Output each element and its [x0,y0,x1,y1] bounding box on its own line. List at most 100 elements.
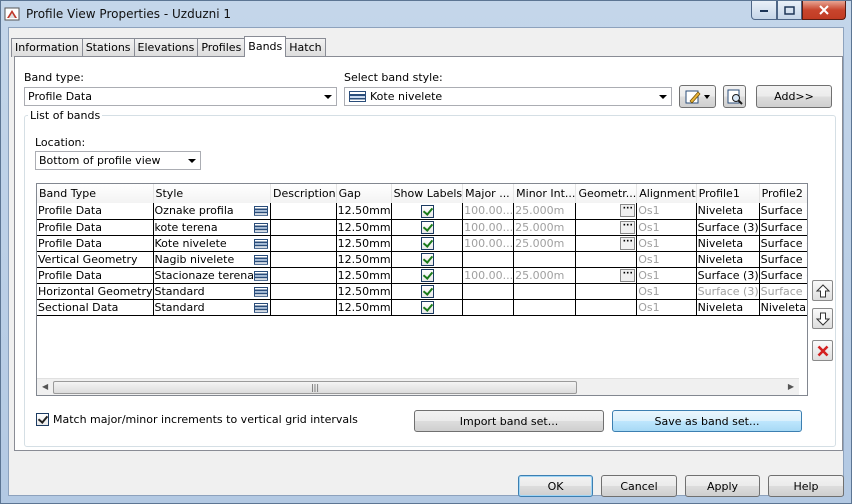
band-type-cell[interactable]: Sectional Data [37,299,154,316]
style-cell[interactable]: Standard [153,283,271,300]
tab-information[interactable]: Information [11,38,83,57]
minor-interval-cell[interactable] [513,283,577,300]
gap-cell[interactable]: 12.50mm [336,283,392,300]
tab-bands[interactable]: Bands [244,36,287,57]
style-cell[interactable]: Stacionaze terena [153,267,271,284]
show-labels-cell[interactable] [391,219,464,236]
profile2-cell[interactable]: Surface (3) [759,235,807,252]
title-bar[interactable]: Profile View Properties - Uzduzni 1 [1,1,851,27]
major-interval-cell[interactable]: 100.00... [462,235,515,252]
show-labels-checkbox[interactable] [420,300,434,314]
column-header[interactable]: Show Labels [391,184,464,203]
delete-band-button[interactable] [812,340,833,361]
description-cell[interactable] [270,203,337,220]
apply-button[interactable]: Apply [685,475,760,497]
column-header[interactable]: Band Type [37,184,154,203]
tab-stations[interactable]: Stations [81,38,135,57]
gap-cell[interactable]: 12.50mm [336,235,392,252]
scroll-right-icon[interactable]: ▶ [788,382,794,391]
geometry-points-cell[interactable]: ··· [575,235,638,252]
band-type-cell[interactable]: Profile Data [37,219,154,236]
description-cell[interactable] [270,235,337,252]
show-labels-checkbox[interactable] [420,268,434,282]
table-row[interactable]: Profile Data Stacionaze terena 12.50mm 100.… [37,267,807,284]
gap-cell[interactable]: 12.50mm [336,251,392,268]
profile1-cell[interactable]: Surface (3) [696,267,760,284]
major-interval-cell[interactable]: 100.00... [462,219,515,236]
profile1-cell[interactable]: Niveleta [696,299,760,316]
maximize-button[interactable] [777,1,802,20]
column-header[interactable]: Major ... [462,184,515,203]
band-type-cell[interactable]: Profile Data [37,267,154,284]
table-row[interactable]: Sectional Data Standard 12.50mm Os1 Niveleta… [37,299,807,316]
alignment-cell[interactable]: Os1 [636,267,697,284]
match-increments-checkbox[interactable] [36,413,49,426]
gap-cell[interactable]: 12.50mm [336,219,392,236]
column-header[interactable]: Profile1 [696,184,760,203]
alignment-cell[interactable]: Os1 [636,219,697,236]
alignment-cell[interactable]: Os1 [636,283,697,300]
gap-cell[interactable]: 12.50mm [336,203,392,220]
minor-interval-cell[interactable]: 25.000m [513,203,577,220]
profile2-cell[interactable]: Surface (3) [759,203,807,220]
move-down-button[interactable] [812,308,833,329]
gap-cell[interactable]: 12.50mm [336,267,392,284]
tab-profiles[interactable]: Profiles [197,38,246,57]
profile1-cell[interactable]: Surface (3) [696,219,760,236]
style-cell[interactable]: Kote nivelete [153,235,271,252]
tab-elevations[interactable]: Elevations [133,38,199,57]
alignment-cell[interactable]: Os1 [636,235,697,252]
table-row[interactable]: Profile Data Oznake profila 12.50mm 100.00.… [37,203,807,220]
geometry-points-cell[interactable]: ··· [575,219,638,236]
ok-button[interactable]: OK [518,475,593,497]
description-cell[interactable] [270,219,337,236]
major-interval-cell[interactable] [462,299,515,316]
edit-style-button[interactable] [679,85,716,108]
description-cell[interactable] [270,283,337,300]
geometry-points-cell[interactable]: ··· [575,267,638,284]
minor-interval-cell[interactable]: 25.000m [513,235,577,252]
band-type-cell[interactable]: Profile Data [37,203,154,220]
move-up-button[interactable] [812,280,833,301]
profile2-cell[interactable]: Surface (3) [759,283,807,300]
close-button[interactable] [802,1,846,20]
column-header[interactable]: Profile2 [759,184,807,203]
show-labels-cell[interactable] [391,251,464,268]
column-header[interactable]: Gap [336,184,392,203]
style-cell[interactable]: Standard [153,299,271,316]
band-type-cell[interactable]: Horizontal Geometry [37,283,154,300]
cancel-button[interactable]: Cancel [601,475,677,497]
minor-interval-cell[interactable]: 25.000m [513,219,577,236]
profile1-cell[interactable]: Niveleta [696,235,760,252]
gap-cell[interactable]: 12.50mm [336,299,392,316]
column-header[interactable]: Style [153,184,271,203]
alignment-cell[interactable]: Os1 [636,299,697,316]
column-header[interactable]: Description [270,184,337,203]
show-labels-cell[interactable] [391,267,464,284]
major-interval-cell[interactable]: 100.00... [462,203,515,220]
location-dropdown[interactable]: Bottom of profile view [35,151,201,170]
column-header[interactable]: Minor Int... [513,184,577,203]
column-header[interactable]: Alignment [636,184,697,203]
style-cell[interactable]: Oznake profila [153,203,271,220]
geometry-points-cell[interactable] [575,283,638,300]
band-style-dropdown[interactable]: Kote nivelete [344,87,672,106]
import-band-set-button[interactable]: Import band set... [414,410,604,432]
style-cell[interactable]: kote terena [153,219,271,236]
show-labels-checkbox[interactable] [420,236,434,250]
major-interval-cell[interactable]: 100.00... [462,267,515,284]
show-labels-cell[interactable] [391,203,464,220]
add-band-button[interactable]: Add>> [756,85,832,108]
alignment-cell[interactable]: Os1 [636,251,697,268]
band-type-dropdown[interactable]: Profile Data [24,87,337,106]
minor-interval-cell[interactable] [513,251,577,268]
geometry-points-cell[interactable]: ··· [575,203,638,220]
description-cell[interactable] [270,299,337,316]
geometry-points-cell[interactable] [575,299,638,316]
bands-table[interactable]: Band Type Style Description Gap Show Lab… [36,183,808,396]
major-interval-cell[interactable] [462,283,515,300]
alignment-cell[interactable]: Os1 [636,203,697,220]
band-type-cell[interactable]: Profile Data [37,235,154,252]
table-row[interactable]: Profile Data kote terena 12.50mm 100.00... 2… [37,219,807,236]
major-interval-cell[interactable] [462,251,515,268]
